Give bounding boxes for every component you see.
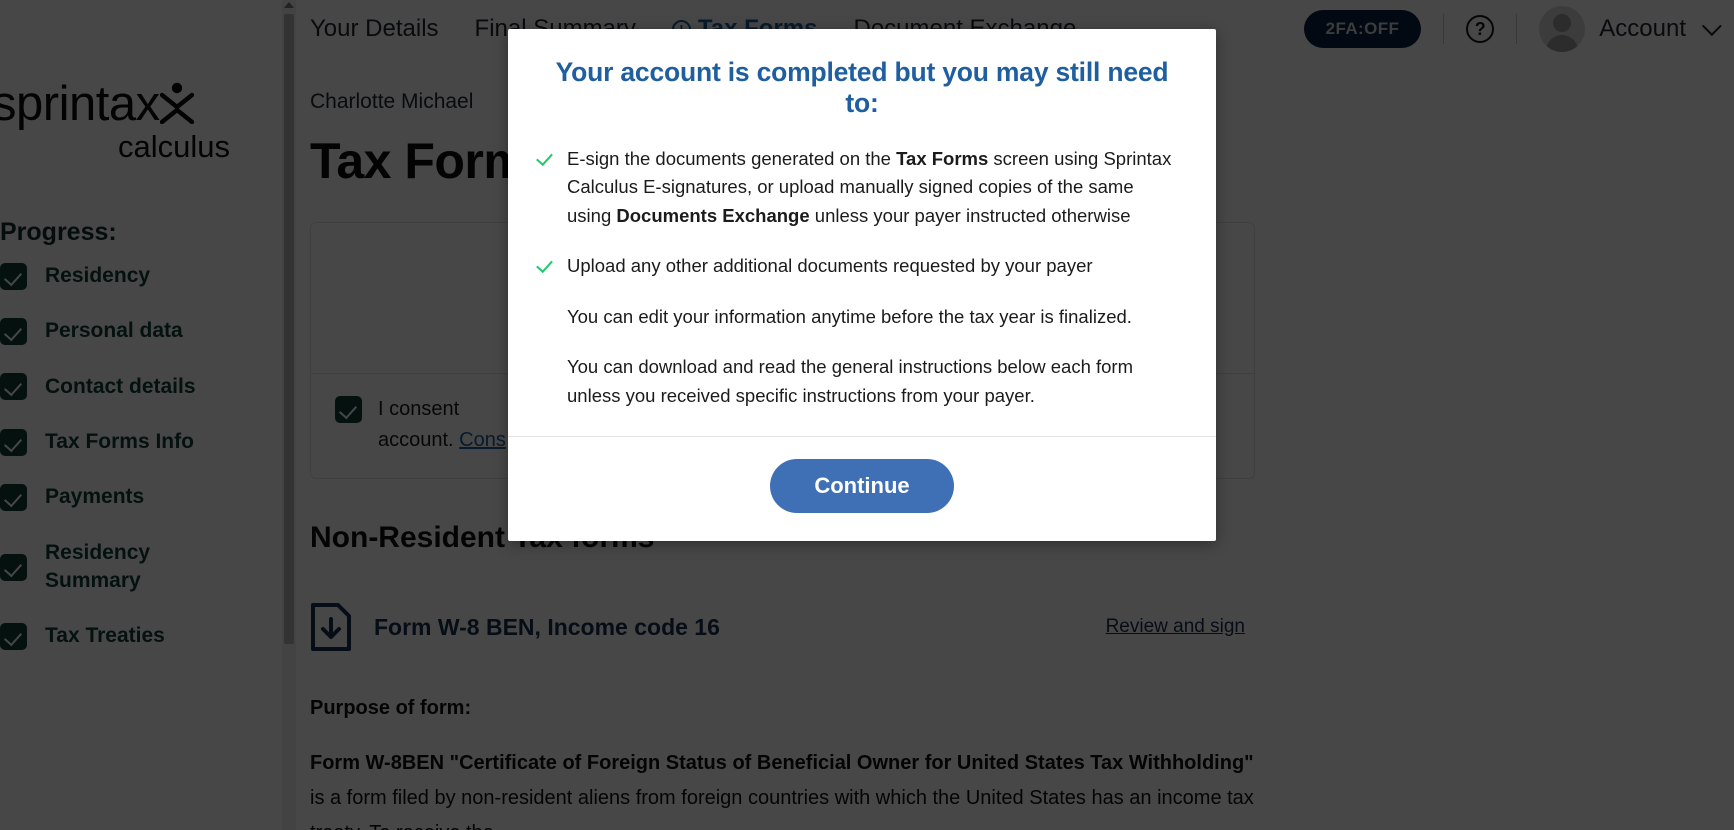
modal-footer: Continue xyxy=(508,437,1216,541)
modal-paragraph-edit-info: You can edit your information anytime be… xyxy=(567,305,1132,327)
app-root: sprintax calculus Progress: Residency Pe… xyxy=(0,0,1734,830)
modal-bullet-text: E-sign the documents generated on the Ta… xyxy=(567,145,1182,230)
modal-title: Your account is completed but you may st… xyxy=(555,57,1169,118)
bullet-post: unless your payer instructed otherwise xyxy=(809,204,1131,226)
modal-body: E-sign the documents generated on the Ta… xyxy=(508,119,1216,436)
account-completed-modal: Your account is completed but you may st… xyxy=(508,29,1216,542)
modal-bullet-upload: Upload any other additional documents re… xyxy=(536,252,1182,280)
bullet-pre: E-sign the documents generated on the xyxy=(567,148,897,169)
bullet-bold-tax-forms: Tax Forms xyxy=(896,148,989,169)
modal-header: Your account is completed but you may st… xyxy=(508,29,1216,119)
green-check-icon xyxy=(536,256,553,276)
bullet-bold-documents-exchange: Documents Exchange xyxy=(616,204,810,226)
modal-bullet-esign: E-sign the documents generated on the Ta… xyxy=(536,145,1182,230)
continue-button[interactable]: Continue xyxy=(770,459,954,514)
modal-paragraph-instructions: You can download and read the general in… xyxy=(567,356,1133,406)
green-check-icon xyxy=(536,149,553,169)
modal-bullet-text: Upload any other additional documents re… xyxy=(567,255,1093,277)
